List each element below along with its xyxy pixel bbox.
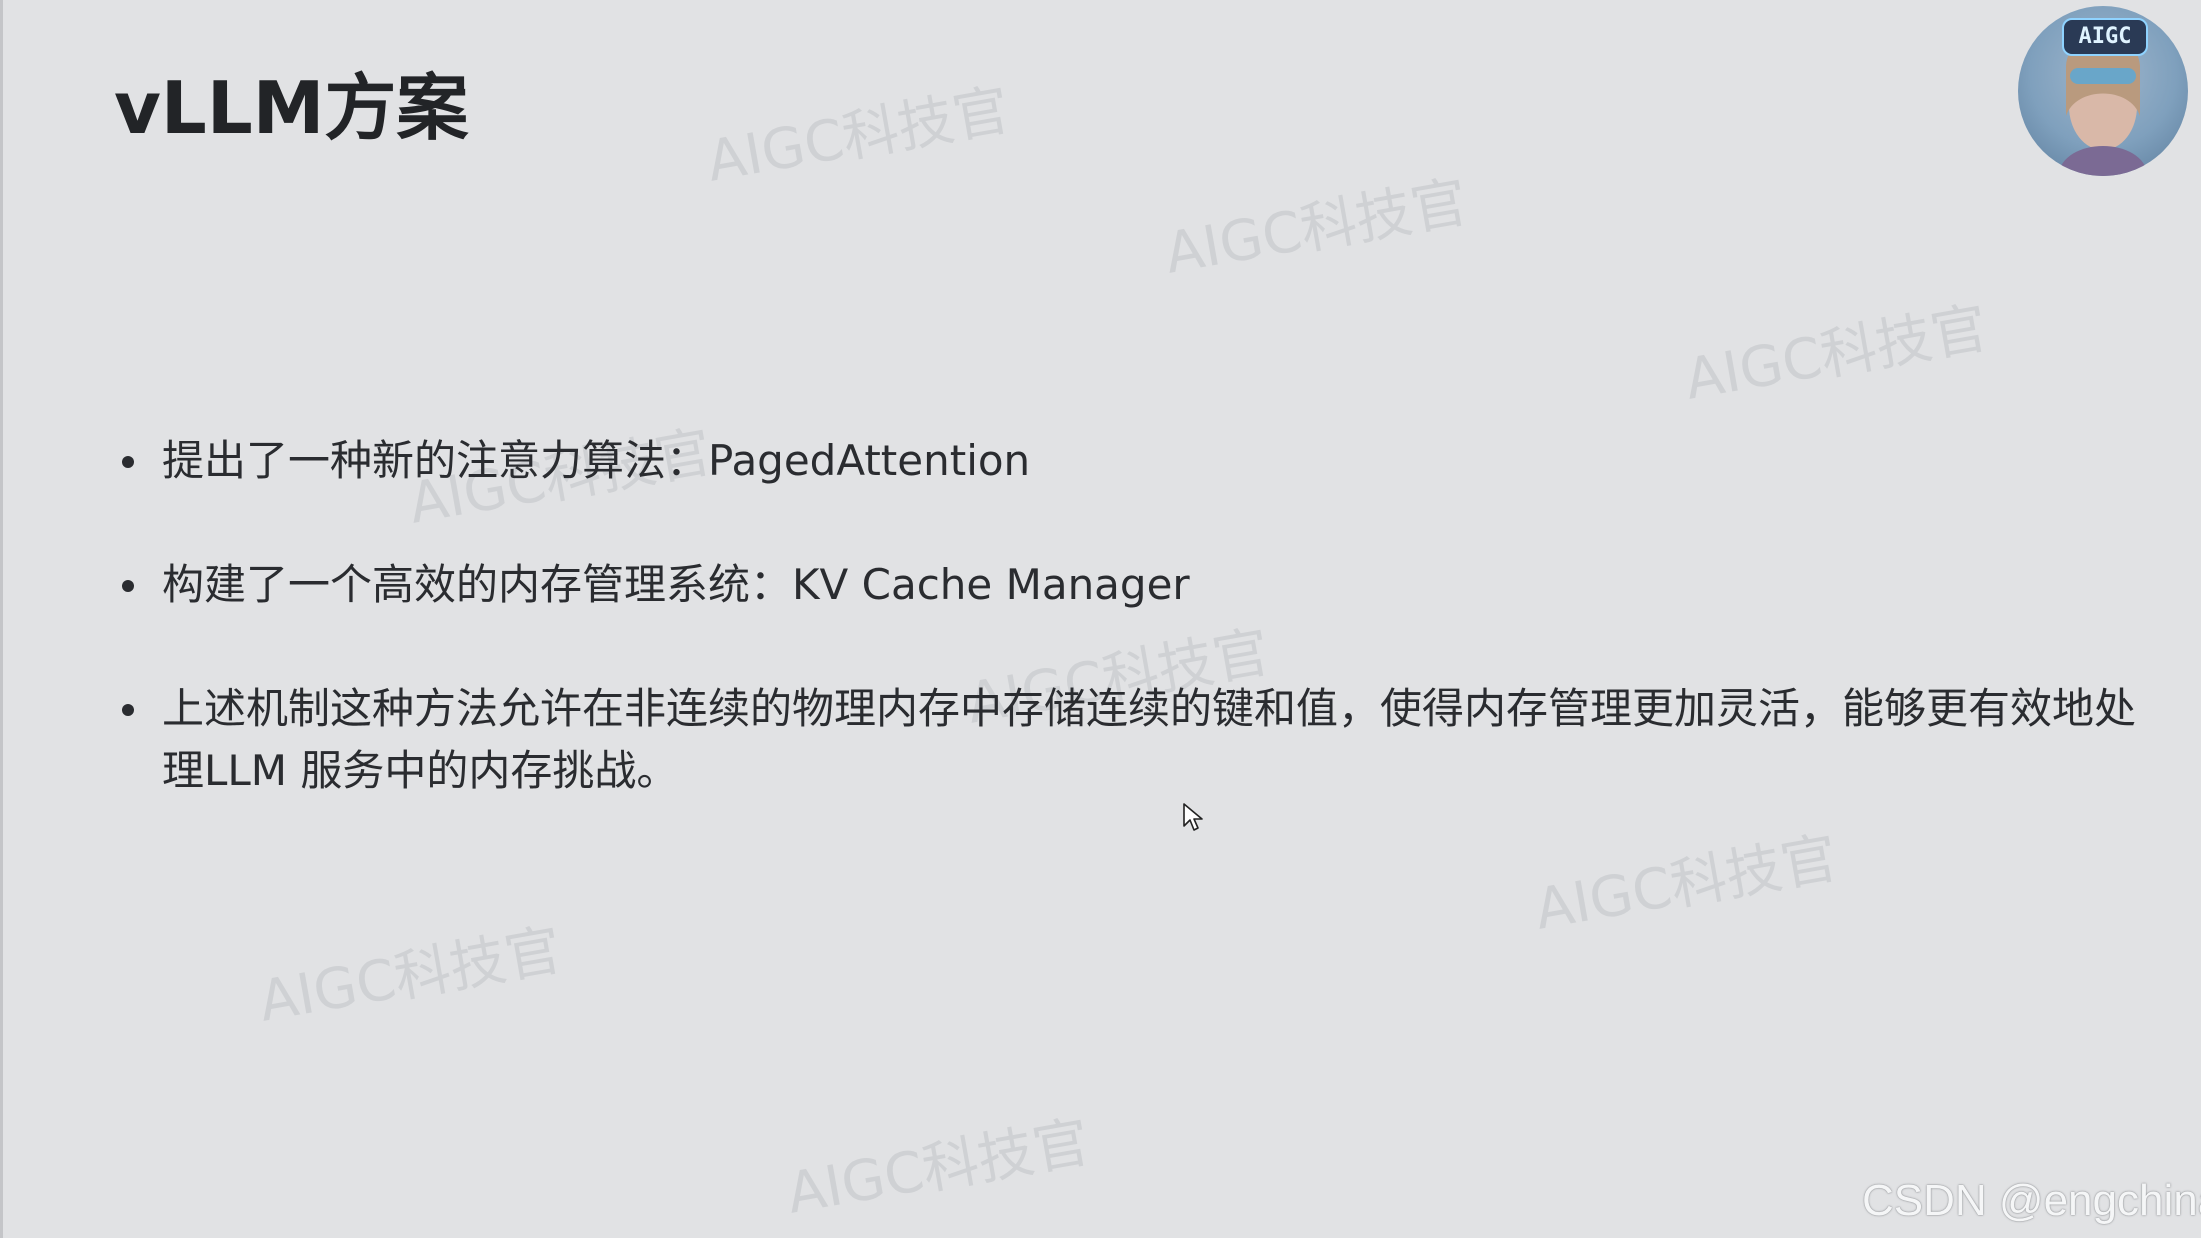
csdn-credit: CSDN @engchina (1862, 1176, 2201, 1225)
slide-title: vLLM方案 (114, 66, 469, 150)
watermark: AIGC科技官 (1160, 169, 1473, 287)
left-edge-divider (0, 0, 3, 1238)
bullet-text: 构建了一个高效的内存管理系统：KV Cache Manager (162, 560, 1190, 609)
avatar-badge: AIGC (2062, 18, 2148, 56)
slide-canvas: AIGC科技官 AIGC科技官 AIGC科技官 AIGC科技官 AIGC科技官 … (0, 0, 2201, 1238)
bullet-text: 提出了一种新的注意力算法：PagedAttention (162, 436, 1031, 485)
bullet-text: 上述机制这种方法允许在非连续的物理内存中存储连续的键和值，使得内存管理更加灵活，… (162, 684, 2137, 795)
watermark: AIGC科技官 (1530, 825, 1843, 943)
watermark: AIGC科技官 (782, 1109, 1095, 1227)
watermark: AIGC科技官 (702, 77, 1015, 195)
watermark: AIGC科技官 (1680, 295, 1993, 413)
bullet-item: 提出了一种新的注意力算法：PagedAttention (120, 430, 1030, 492)
bullet-dot-icon (122, 704, 134, 716)
bullet-dot-icon (122, 456, 134, 468)
mouse-pointer-icon (1183, 803, 1203, 831)
bullet-item: 构建了一个高效的内存管理系统：KV Cache Manager (120, 554, 1190, 616)
bullet-item: 上述机制这种方法允许在非连续的物理内存中存储连续的键和值，使得内存管理更加灵活，… (120, 678, 2152, 802)
bullet-dot-icon (122, 580, 134, 592)
watermark: AIGC科技官 (254, 917, 567, 1035)
avatar: AIGC (2018, 6, 2188, 176)
